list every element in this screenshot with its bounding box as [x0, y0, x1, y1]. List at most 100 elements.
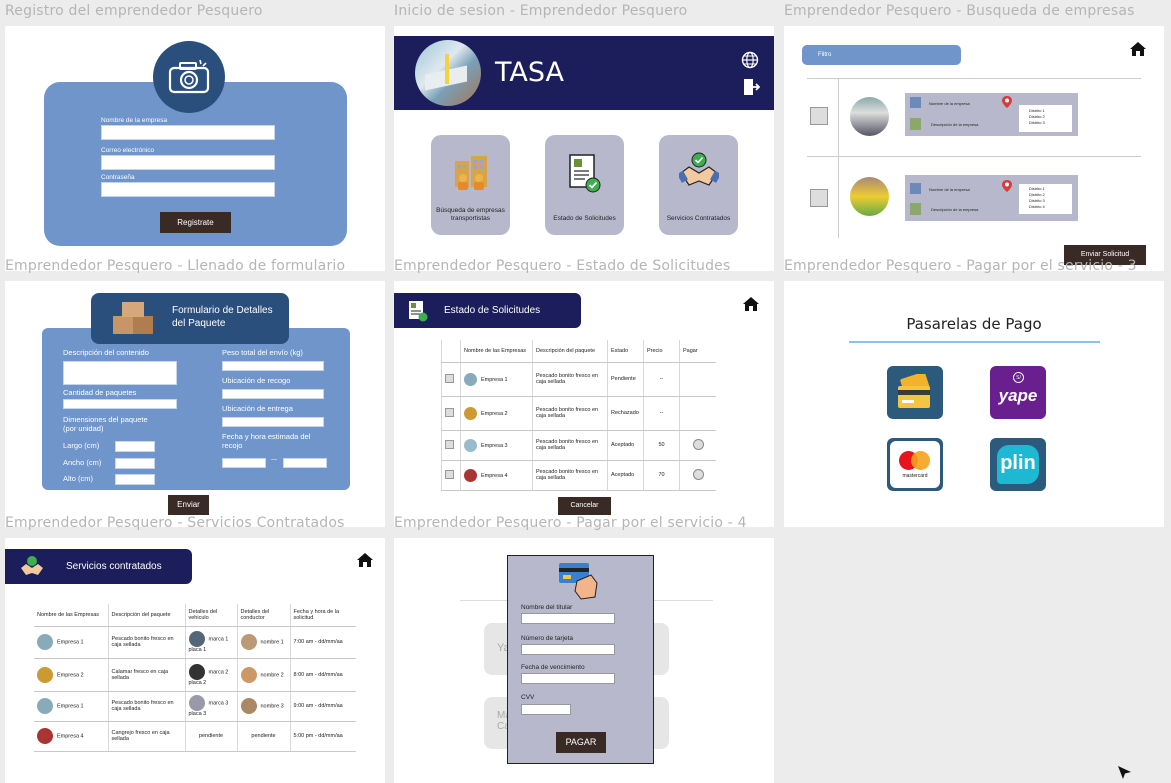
column-header: Detalles del vehiculo	[184, 604, 237, 627]
vehicle-avatar	[188, 663, 205, 680]
row-checkbox[interactable]	[445, 439, 454, 449]
pickup-time-input[interactable]	[283, 458, 327, 468]
card-servicios-label: Servicios Contratados	[666, 215, 731, 223]
home-icon[interactable]	[1129, 41, 1147, 57]
mastercard-option[interactable]: mastercard	[887, 438, 943, 491]
table-row: Empresa 2 Calamar fresco en caja sellada…	[34, 658, 356, 692]
package-description: Pescado bonito fresco en caja sellada	[532, 460, 608, 491]
driver-name: pendiente	[236, 721, 290, 752]
row-checkbox[interactable]	[445, 469, 454, 479]
company-avatar	[464, 468, 477, 482]
field-label: Número de tarjeta	[521, 635, 574, 642]
vehicle-details: pendiente	[184, 721, 237, 752]
row-checkbox[interactable]	[445, 407, 454, 417]
company-name: Empresa 1	[57, 703, 84, 710]
request-time: 8:00 am - dd/mm/aa	[289, 658, 356, 692]
password-input[interactable]	[101, 182, 275, 197]
width-input[interactable]	[115, 458, 155, 469]
column-header: Descripción del paquete	[107, 604, 185, 627]
frame-label-pasarelas: Emprendedor Pesquero - Pagar por el serv…	[784, 258, 1137, 274]
frame-label-pago4: Emprendedor Pesquero - Pagar por el serv…	[394, 515, 747, 531]
delivery-location-input[interactable]	[222, 417, 324, 427]
driver-name: nombre 2	[260, 671, 284, 678]
frame-label-registro: Registro del emprendedor Pesquero	[5, 3, 263, 19]
company-name: Empresa 3	[481, 442, 508, 449]
email-input[interactable]	[101, 155, 275, 170]
frame-pasarelas: Pasarelas de Pago S/ yape mastercard pli…	[784, 281, 1164, 527]
expiry-input[interactable]	[521, 673, 615, 684]
cancel-button[interactable]: Cancelar	[558, 497, 611, 515]
home-icon[interactable]	[742, 296, 760, 312]
company-name: Empresa 4	[57, 733, 84, 740]
card-estado-label: Estado de Solicitudes	[553, 215, 616, 223]
pickup-location-input[interactable]	[222, 389, 324, 399]
company-card[interactable]: Nombre de la empresa Descripción de la e…	[905, 93, 1078, 136]
company-avatar	[37, 666, 53, 683]
pay-radio[interactable]	[692, 468, 704, 480]
column-header: Precio	[643, 340, 680, 363]
yape-option[interactable]: S/ yape	[990, 366, 1046, 419]
company-avatar	[464, 372, 477, 386]
company-name-input[interactable]	[101, 125, 275, 140]
field-label: Peso total del envío (kg)	[222, 348, 303, 357]
buildings-icon	[455, 156, 487, 190]
camera-icon[interactable]	[153, 41, 225, 113]
date-separator: —	[271, 457, 277, 463]
table-row: Empresa 4 Cangrejo fresco en caja sellad…	[34, 721, 356, 752]
home-icon[interactable]	[356, 552, 374, 568]
table-row: Empresa 1 Pescado bonito fresco en caja …	[441, 362, 716, 397]
mouse-cursor-icon	[1117, 765, 1133, 783]
length-input[interactable]	[115, 441, 155, 452]
register-button[interactable]: Registrate	[160, 212, 231, 233]
package-description: Pescado bonito fresco en caja sellada	[532, 396, 608, 431]
height-input[interactable]	[115, 474, 155, 485]
company-avatar	[37, 728, 53, 744]
company-name: Empresa 4	[481, 472, 508, 479]
card-number-input[interactable]	[521, 644, 615, 655]
price-cell: --	[643, 396, 680, 431]
price-cell: 70	[643, 460, 680, 491]
services-table: Nombre de las Empresas Descripción del p…	[34, 604, 356, 752]
package-description: Cangrejo fresco en caja sellada	[107, 721, 185, 752]
table-row: Empresa 1 Pescado bonito fresco en caja …	[34, 691, 356, 722]
company-card[interactable]: Nombre de la empresa Descripción de la e…	[905, 175, 1078, 221]
company-desc-label: Descripción de la empresa	[931, 207, 979, 212]
filter-input[interactable]: Filtro	[802, 45, 961, 65]
field-label: Fecha de vencimiento	[521, 664, 585, 671]
pickup-date-input[interactable]	[222, 458, 266, 468]
pay-radio[interactable]	[692, 438, 704, 450]
cvv-input[interactable]	[521, 704, 571, 715]
location-pin-icon	[1001, 179, 1013, 198]
boat-photo-avatar	[415, 40, 481, 106]
content-description-input[interactable]	[63, 361, 177, 385]
row-checkbox[interactable]	[445, 373, 454, 383]
price-cell: --	[643, 362, 680, 397]
status-cell: Pendiente	[607, 362, 644, 397]
package-count-input[interactable]	[63, 399, 177, 409]
result-checkbox[interactable]	[810, 107, 828, 125]
cardholder-input[interactable]	[521, 613, 615, 624]
dim-label: Largo (cm)	[63, 441, 100, 450]
card-payment-option[interactable]	[887, 366, 943, 419]
plin-option[interactable]: plin	[990, 438, 1046, 491]
weight-input[interactable]	[222, 361, 324, 371]
request-time: 7:00 am - dd/mm/aa	[289, 626, 356, 659]
card-servicios[interactable]: Servicios Contratados	[659, 135, 738, 235]
result-checkbox[interactable]	[810, 189, 828, 207]
frame-registro: Nombre de la empresa Correo electrónico …	[5, 26, 385, 271]
send-button[interactable]: Enviar	[168, 495, 209, 515]
pay-button[interactable]: PAGAR	[556, 732, 606, 753]
column-header: Pagar	[679, 340, 716, 363]
globe-icon[interactable]	[741, 51, 759, 74]
district-item: Distrito 4	[1029, 204, 1045, 209]
card-estado[interactable]: Estado de Solicitudes	[545, 135, 624, 235]
building-icon	[910, 97, 921, 108]
column-header: Nombre de las Empresas	[460, 340, 533, 363]
card-busqueda[interactable]: Búsqueda de empresas transportistas	[431, 135, 510, 235]
district-item: Distrito 3	[1029, 120, 1045, 125]
company-avatar	[850, 177, 889, 216]
logout-icon[interactable]	[742, 78, 761, 101]
status-cell: Aceptado	[607, 460, 644, 491]
company-avatar	[464, 406, 477, 420]
driver-name: nombre 1	[260, 639, 284, 646]
